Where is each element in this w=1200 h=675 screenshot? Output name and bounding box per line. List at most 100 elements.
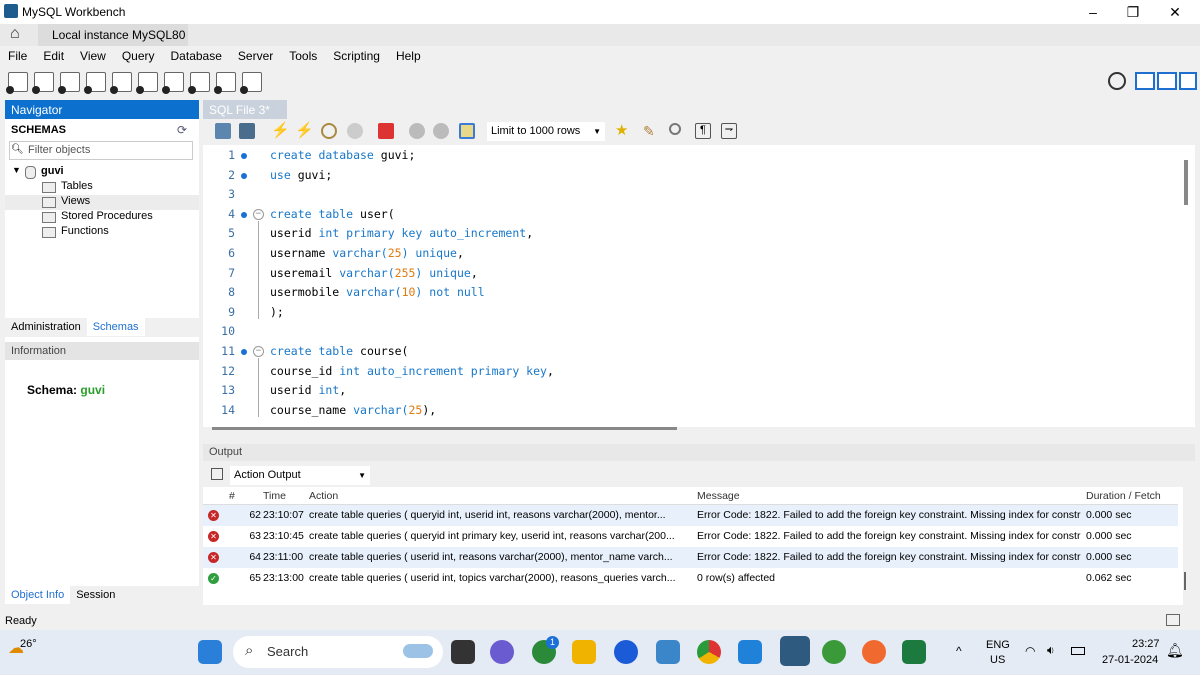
table-row[interactable]: ✕ 62 23:10:07 create table queries ( que…: [203, 505, 1178, 526]
code-line[interactable]: 7useremail varchar(255) unique,: [203, 266, 1183, 286]
execute-current-icon[interactable]: ⚡: [295, 121, 311, 137]
region-code[interactable]: US: [990, 654, 1005, 666]
column-header-message[interactable]: Message: [697, 490, 1081, 502]
table-row[interactable]: ✕ 64 23:11:00 create table queries ( use…: [203, 547, 1178, 568]
settings-icon[interactable]: [1108, 72, 1126, 90]
column-header-duration[interactable]: Duration / Fetch: [1086, 490, 1161, 502]
beautify-icon[interactable]: ✎: [643, 123, 659, 139]
sql-editor[interactable]: 1create database guvi;2use guvi;34−creat…: [203, 145, 1195, 427]
menu-file[interactable]: File: [0, 46, 35, 63]
tab-administration[interactable]: Administration: [5, 318, 87, 336]
menu-scripting[interactable]: Scripting: [325, 46, 388, 63]
mysql-workbench-icon[interactable]: [780, 636, 810, 666]
panel-toggle-icon[interactable]: [1166, 614, 1180, 626]
toggle-error-icon[interactable]: [378, 123, 394, 139]
code-line[interactable]: 14course_name varchar(25),: [203, 403, 1183, 423]
notification-bell-icon[interactable]: 🔔︎: [1166, 642, 1184, 659]
close-button[interactable]: ✕: [1160, 4, 1190, 21]
tree-item-views[interactable]: Views: [5, 195, 199, 210]
toggle-output-icon[interactable]: [1157, 72, 1177, 90]
menu-help[interactable]: Help: [388, 46, 429, 63]
create-procedure-icon[interactable]: [164, 72, 184, 92]
save-icon[interactable]: [239, 123, 255, 139]
chrome-icon[interactable]: [697, 640, 721, 664]
file-explorer-icon[interactable]: [572, 640, 596, 664]
open-file-icon[interactable]: [215, 123, 231, 139]
code-line[interactable]: 13userid int,: [203, 383, 1183, 403]
refresh-icon[interactable]: ⟳: [177, 123, 187, 137]
commit-icon[interactable]: [409, 123, 425, 139]
code-line[interactable]: 5userid int primary key auto_increment,: [203, 226, 1183, 246]
minimize-button[interactable]: –: [1078, 4, 1108, 20]
excel-icon[interactable]: [902, 640, 926, 664]
code-line[interactable]: 8usermobile varchar(10) not null: [203, 285, 1183, 305]
tree-item-tables[interactable]: Tables: [5, 180, 199, 195]
table-row[interactable]: ✓ 65 23:13:00 create table queries ( use…: [203, 568, 1178, 589]
task-view-icon[interactable]: [451, 640, 475, 664]
table-row[interactable]: ✕ 63 23:10:45 create table queries ( que…: [203, 526, 1178, 547]
autocommit-icon[interactable]: [459, 123, 475, 139]
limit-rows-select[interactable]: Limit to 1000 rows▼: [487, 122, 605, 141]
reconnect-icon[interactable]: [242, 72, 262, 92]
start-icon[interactable]: [198, 640, 222, 664]
word-wrap-icon[interactable]: ⇁: [721, 123, 737, 139]
invisible-chars-icon[interactable]: ¶: [695, 123, 711, 139]
editor-vertical-scrollbar[interactable]: [1184, 160, 1188, 205]
notepad-icon[interactable]: [656, 640, 680, 664]
search-table-data-icon[interactable]: [216, 72, 236, 92]
tab-object-info[interactable]: Object Info: [5, 586, 70, 604]
code-line[interactable]: 4−create table user(: [203, 207, 1183, 227]
tree-item-stored-procedures[interactable]: Stored Procedures: [5, 210, 199, 225]
expand-arrow-icon[interactable]: ▼: [12, 165, 21, 175]
toggle-sidebar-icon[interactable]: [1135, 72, 1155, 90]
home-icon[interactable]: ⌂: [10, 25, 20, 43]
mongodb-icon[interactable]: [822, 640, 846, 664]
stop-icon[interactable]: [347, 123, 363, 139]
code-line[interactable]: 2use guvi;: [203, 168, 1183, 188]
clock-time[interactable]: 23:27: [1132, 638, 1160, 650]
code-line[interactable]: 12course_id int auto_increment primary k…: [203, 364, 1183, 384]
column-header-action[interactable]: Action: [309, 490, 693, 502]
menu-server[interactable]: Server: [230, 46, 281, 63]
weather-temp[interactable]: 26°: [20, 638, 37, 650]
create-function-icon[interactable]: [190, 72, 210, 92]
maximize-button[interactable]: ❐: [1118, 4, 1148, 21]
code-line[interactable]: 9);: [203, 305, 1183, 325]
code-line[interactable]: 6username varchar(25) unique,: [203, 246, 1183, 266]
toggle-secondary-sidebar-icon[interactable]: [1179, 72, 1197, 90]
create-view-icon[interactable]: [138, 72, 158, 92]
connection-tab[interactable]: Local instance MySQL80 ×: [38, 24, 188, 46]
menu-view[interactable]: View: [72, 46, 114, 63]
code-line[interactable]: 11−create table course(: [203, 344, 1183, 364]
tree-item-functions[interactable]: Functions: [5, 225, 199, 240]
editor-horizontal-scrollbar[interactable]: [212, 427, 677, 430]
language-code[interactable]: ENG: [986, 639, 1010, 651]
schema-guvi[interactable]: ▼guvi: [5, 165, 199, 180]
clock-date[interactable]: 27-01-2024: [1102, 654, 1158, 666]
menu-tools[interactable]: Tools: [281, 46, 325, 63]
fold-toggle-icon[interactable]: −: [253, 209, 264, 220]
menu-query[interactable]: Query: [114, 46, 163, 63]
wifi-icon[interactable]: ◠: [1025, 644, 1035, 658]
column-header-number[interactable]: #: [229, 490, 259, 502]
column-header-time[interactable]: Time: [263, 490, 286, 502]
filter-objects-input[interactable]: Filter objects: [9, 141, 193, 160]
tab-schemas[interactable]: Schemas: [87, 318, 145, 336]
vscode-icon[interactable]: [738, 640, 762, 664]
code-line[interactable]: 10: [203, 324, 1183, 344]
chevron-up-icon[interactable]: ^: [956, 644, 962, 658]
open-sql-script-icon[interactable]: [34, 72, 54, 92]
create-schema-icon[interactable]: [86, 72, 106, 92]
fold-toggle-icon[interactable]: −: [253, 346, 264, 357]
zoom-icon[interactable]: [614, 640, 638, 664]
menu-database[interactable]: Database: [163, 46, 230, 63]
rollback-icon[interactable]: [433, 123, 449, 139]
code-line[interactable]: 1create database guvi;: [203, 148, 1183, 168]
inspector-icon[interactable]: [60, 72, 80, 92]
find-icon[interactable]: [669, 123, 681, 135]
copy-icon[interactable]: [211, 468, 223, 480]
add-snippet-icon[interactable]: ★: [615, 121, 631, 137]
menu-edit[interactable]: Edit: [35, 46, 72, 63]
create-table-icon[interactable]: [112, 72, 132, 92]
postman-icon[interactable]: [862, 640, 886, 664]
